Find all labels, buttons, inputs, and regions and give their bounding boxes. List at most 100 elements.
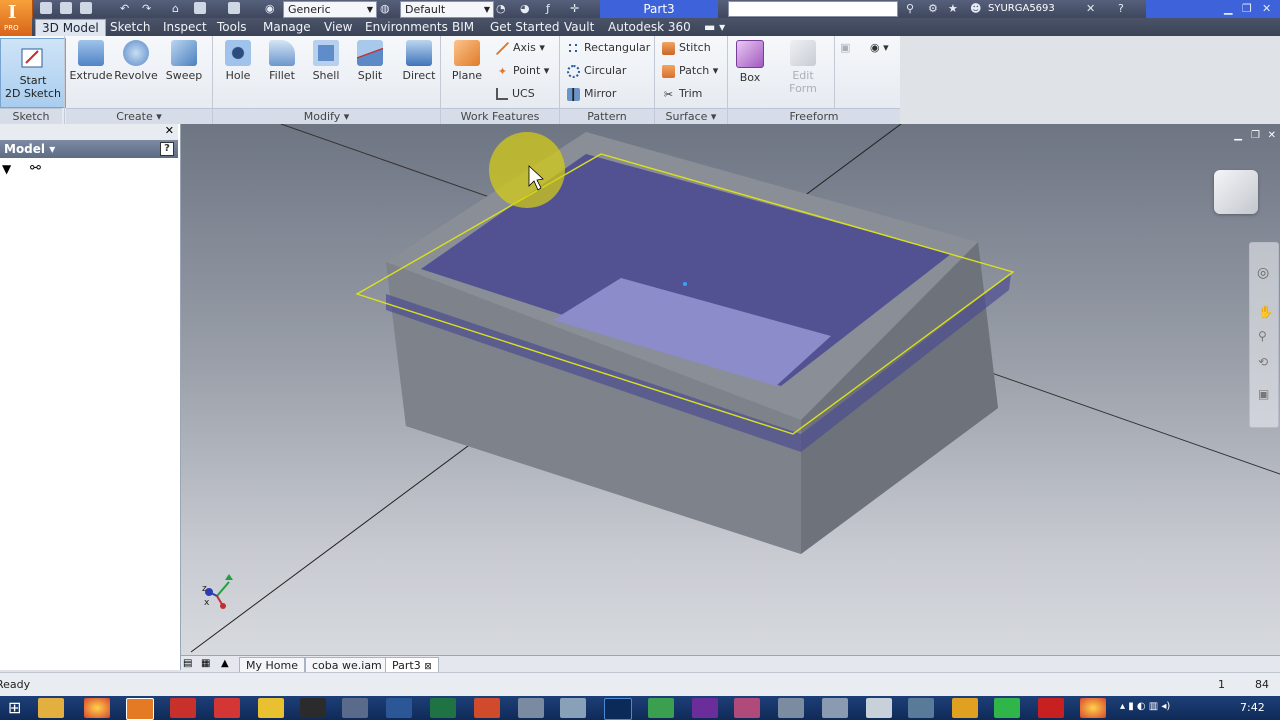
undo-icon[interactable]: ↶ <box>120 2 129 16</box>
photoshop-icon[interactable] <box>604 698 632 720</box>
pan-icon[interactable]: ✋ <box>1258 305 1273 319</box>
tab-autodesk-360[interactable]: Autodesk 360 <box>602 19 697 36</box>
app-icon[interactable] <box>258 698 284 718</box>
viewport-minimize-icon[interactable]: ▁ <box>1234 130 1242 141</box>
doc-tab-close-icon[interactable]: ⊠ <box>424 662 432 672</box>
material-combo[interactable]: Generic ▼ <box>283 1 377 18</box>
edit-form-button[interactable]: Edit Form <box>780 40 826 95</box>
app-icon[interactable] <box>952 698 978 718</box>
find-icon[interactable]: ⚯ <box>30 161 41 176</box>
mirror-button[interactable]: Mirror <box>567 85 616 103</box>
home-icon[interactable]: ⌂ <box>172 2 179 16</box>
clock[interactable]: 7:42 <box>1240 701 1265 714</box>
revolve-button[interactable]: Revolve <box>113 40 159 82</box>
tab-view[interactable]: View <box>318 19 358 36</box>
tab-inspect[interactable]: Inspect <box>157 19 213 36</box>
explorer-icon[interactable] <box>38 698 64 718</box>
start-2d-sketch-button[interactable]: Start 2D Sketch <box>0 38 66 108</box>
tab-list-icon[interactable]: ▲ <box>221 658 229 669</box>
windows-start-icon[interactable]: ⊞ <box>8 698 21 717</box>
modify-panel-label[interactable]: Modify ▾ <box>213 108 440 125</box>
close-icon[interactable]: ✕ <box>1262 2 1271 16</box>
inventor-icon[interactable] <box>126 698 154 720</box>
steering-wheel-icon[interactable]: ◎ <box>1257 265 1269 281</box>
create-panel-label[interactable]: Create ▾ <box>66 108 212 125</box>
chrome-icon[interactable] <box>84 698 110 718</box>
app-icon[interactable] <box>734 698 760 718</box>
panel-options-icon[interactable]: ◉ ▾ <box>870 39 889 57</box>
tab-bim[interactable]: BIM <box>446 19 480 36</box>
viewport-restore-icon[interactable]: ❐ <box>1251 130 1260 141</box>
line-icon[interactable] <box>994 698 1020 718</box>
trim-button[interactable]: ✂ Trim <box>662 85 703 103</box>
restore-icon[interactable]: ❐ <box>1242 2 1252 16</box>
stitch-button[interactable]: Stitch <box>662 39 711 57</box>
tray-icons[interactable]: ▴ ▮ ◐ ▥ ◂) <box>1120 701 1170 712</box>
tab-tools[interactable]: Tools <box>211 19 253 36</box>
tab-3d-model[interactable]: 3D Model <box>35 19 106 37</box>
axis-button[interactable]: Axis ▾ <box>496 39 545 57</box>
app-icon[interactable] <box>342 698 368 718</box>
app-icon[interactable] <box>214 698 240 718</box>
shell-button[interactable]: Shell <box>303 40 349 82</box>
orbit-icon[interactable]: ⟲ <box>1258 355 1268 369</box>
filter-icon[interactable]: ▼ <box>2 162 11 176</box>
open-file-icon[interactable] <box>60 2 72 14</box>
zoom-icon[interactable]: ⚲ <box>1258 329 1267 343</box>
rectangular-pattern-button[interactable]: Rectangular <box>567 39 650 57</box>
app-icon[interactable] <box>866 698 892 718</box>
tab-overflow-icon[interactable]: ▬ ▾ <box>704 19 725 36</box>
hole-button[interactable]: Hole <box>215 40 261 82</box>
tab-manage[interactable]: Manage <box>257 19 317 36</box>
new-file-icon[interactable] <box>40 2 52 14</box>
app-icon[interactable] <box>778 698 804 718</box>
convert-icon[interactable]: ▣ <box>840 39 850 57</box>
save-icon[interactable] <box>80 2 92 14</box>
app-icon[interactable] <box>692 698 718 718</box>
patch-button[interactable]: Patch ▾ <box>662 62 718 80</box>
graphics-viewport[interactable]: z x ▁ ❐ ✕ ◎ ✋ ⚲ ⟲ ▣ <box>181 124 1280 655</box>
model-canvas[interactable]: z x <box>181 124 1280 655</box>
app-icon[interactable] <box>518 698 544 718</box>
appearance-combo[interactable]: Default ▼ <box>400 1 494 18</box>
appearance-icon[interactable]: ◍ <box>380 2 390 16</box>
zoom-icon[interactable]: ◕ <box>520 2 530 16</box>
help-search-input[interactable] <box>728 1 898 17</box>
tab-environments[interactable]: Environments <box>359 19 454 36</box>
surface-panel-label[interactable]: Surface ▾ <box>655 108 727 125</box>
material-icon[interactable]: ◉ <box>265 2 275 16</box>
subscription-icon[interactable]: ⚙ <box>928 2 938 16</box>
tile-windows-icon[interactable]: ▤ <box>183 658 192 669</box>
measure-icon[interactable]: ◔ <box>496 2 506 16</box>
user-icon[interactable]: ☻ <box>970 2 981 16</box>
freeform-box-button[interactable]: Box <box>727 40 773 84</box>
app-icon[interactable] <box>1038 698 1064 718</box>
tab-sketch[interactable]: Sketch <box>104 19 156 36</box>
autocad-icon[interactable] <box>170 698 196 718</box>
user-name[interactable]: SYURGA5693 <box>988 0 1055 18</box>
help-icon[interactable]: ? <box>1118 2 1124 16</box>
tab-vault[interactable]: Vault <box>558 19 600 36</box>
update-icon[interactable] <box>194 2 206 14</box>
cascade-icon[interactable]: ▦ <box>201 658 210 669</box>
plane-button[interactable]: Plane <box>444 40 490 82</box>
browser-help-icon[interactable]: ? <box>160 142 174 156</box>
tab-get-started[interactable]: Get Started <box>484 19 566 36</box>
minimize-icon[interactable]: ▁ <box>1224 2 1232 16</box>
sweep-button[interactable]: Sweep <box>161 40 207 82</box>
excel-icon[interactable] <box>430 698 456 718</box>
app-logo[interactable]: I PRO <box>0 0 33 36</box>
select-icon[interactable] <box>228 2 240 14</box>
circular-pattern-button[interactable]: Circular <box>567 62 626 80</box>
app-icon[interactable] <box>822 698 848 718</box>
view-cube[interactable] <box>1214 170 1258 214</box>
extrude-button[interactable]: Extrude <box>68 40 114 82</box>
powerpoint-icon[interactable] <box>474 698 500 718</box>
look-at-icon[interactable]: ▣ <box>1258 387 1269 401</box>
app-icon[interactable] <box>560 698 586 718</box>
app-icon[interactable] <box>648 698 674 718</box>
redo-icon[interactable]: ↷ <box>142 2 151 16</box>
app-icon[interactable] <box>908 698 934 718</box>
exchange-icon[interactable]: ✕ <box>1086 2 1095 16</box>
fillet-button[interactable]: Fillet <box>259 40 305 82</box>
